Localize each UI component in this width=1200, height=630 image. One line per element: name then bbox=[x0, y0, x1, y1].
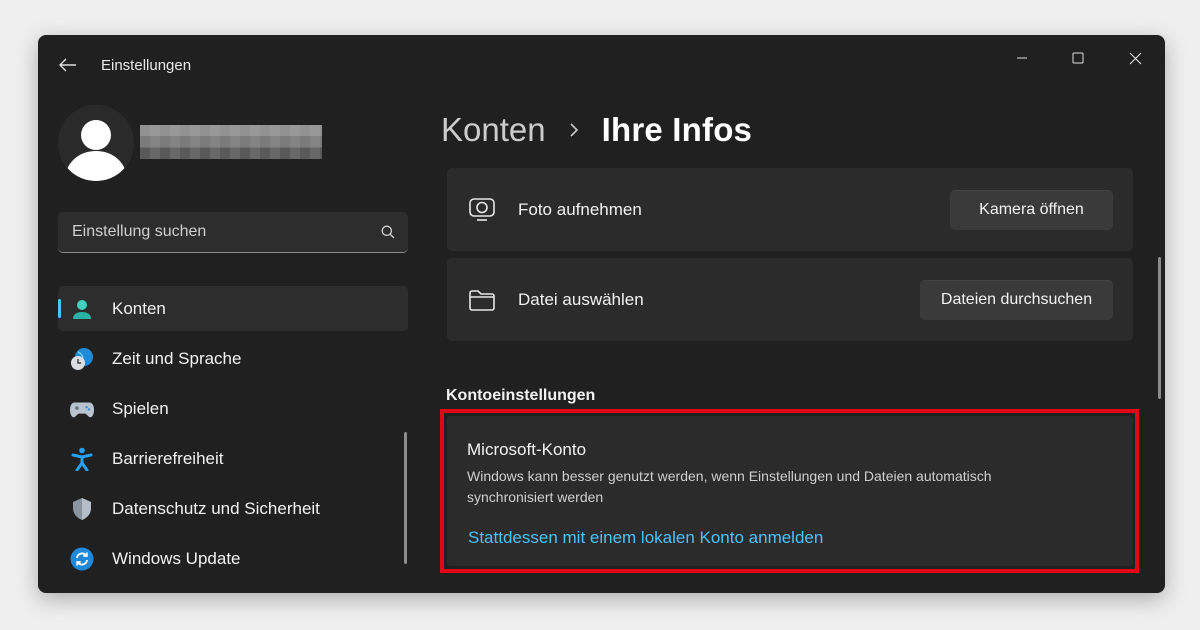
choose-file-card: Datei auswählen Dateien durchsuchen bbox=[447, 258, 1133, 341]
title-bar: Einstellungen bbox=[38, 35, 1165, 77]
main-scrollbar[interactable] bbox=[1158, 257, 1161, 399]
take-photo-label: Foto aufnehmen bbox=[518, 199, 642, 219]
account-icon bbox=[70, 297, 94, 321]
accessibility-icon bbox=[70, 447, 94, 471]
update-icon bbox=[70, 547, 94, 571]
sidebar-item-label: Spielen bbox=[112, 398, 169, 418]
user-avatar-icon bbox=[58, 105, 134, 181]
close-button[interactable] bbox=[1112, 43, 1158, 73]
minimize-icon bbox=[1017, 57, 1027, 59]
close-icon bbox=[1129, 52, 1141, 64]
sidebar-item-barrierefreiheit[interactable]: Barrierefreiheit bbox=[58, 436, 408, 481]
sidebar-item-label: Zeit und Sprache bbox=[112, 348, 242, 368]
avatar[interactable] bbox=[58, 105, 134, 181]
sidebar-item-label: Datenschutz und Sicherheit bbox=[112, 498, 320, 518]
maximize-icon bbox=[1072, 52, 1084, 64]
gamepad-icon bbox=[70, 397, 94, 421]
sidebar-item-label: Barrierefreiheit bbox=[112, 448, 224, 468]
sidebar-item-datenschutz[interactable]: Datenschutz und Sicherheit bbox=[58, 486, 408, 531]
sidebar-scrollbar[interactable] bbox=[404, 432, 407, 564]
browse-files-button[interactable]: Dateien durchsuchen bbox=[920, 279, 1113, 320]
minimize-button[interactable] bbox=[999, 43, 1045, 73]
sidebar-item-label: Windows Update bbox=[112, 548, 241, 568]
maximize-button[interactable] bbox=[1055, 43, 1101, 73]
page-title: Ihre Infos bbox=[601, 111, 753, 148]
search-icon[interactable] bbox=[380, 224, 396, 240]
shield-icon bbox=[70, 497, 94, 521]
chevron-right-icon bbox=[568, 122, 580, 138]
sidebar-item-zeit-und-sprache[interactable]: Zeit und Sprache bbox=[58, 336, 408, 381]
account-settings-heading: Kontoeinstellungen bbox=[446, 387, 596, 404]
breadcrumb-parent[interactable]: Konten bbox=[441, 111, 546, 149]
settings-search[interactable] bbox=[58, 212, 408, 253]
sidebar-item-label: Konten bbox=[112, 298, 166, 318]
sidebar-item-windows-update[interactable]: Windows Update bbox=[58, 536, 408, 581]
breadcrumb: Konten Ihre Infos bbox=[441, 111, 752, 149]
choose-file-label: Datei auswählen bbox=[518, 289, 644, 309]
arrow-left-icon bbox=[59, 58, 76, 72]
sidebar-nav: Konten Zeit und Sprache Spielen Barriere… bbox=[58, 286, 408, 586]
back-button[interactable] bbox=[54, 53, 82, 77]
app-title: Einstellungen bbox=[101, 57, 192, 74]
camera-icon bbox=[467, 195, 497, 225]
sidebar-item-konten[interactable]: Konten bbox=[58, 286, 408, 331]
folder-icon bbox=[467, 285, 497, 315]
highlight-frame bbox=[440, 409, 1139, 573]
globe-clock-icon bbox=[70, 347, 94, 371]
settings-window: Einstellungen Konten bbox=[38, 35, 1165, 593]
open-camera-button[interactable]: Kamera öffnen bbox=[950, 189, 1113, 230]
search-input[interactable] bbox=[72, 223, 380, 241]
user-name-blurred bbox=[140, 125, 322, 159]
sidebar-item-spielen[interactable]: Spielen bbox=[58, 386, 408, 431]
take-photo-card: Foto aufnehmen Kamera öffnen bbox=[447, 168, 1133, 251]
